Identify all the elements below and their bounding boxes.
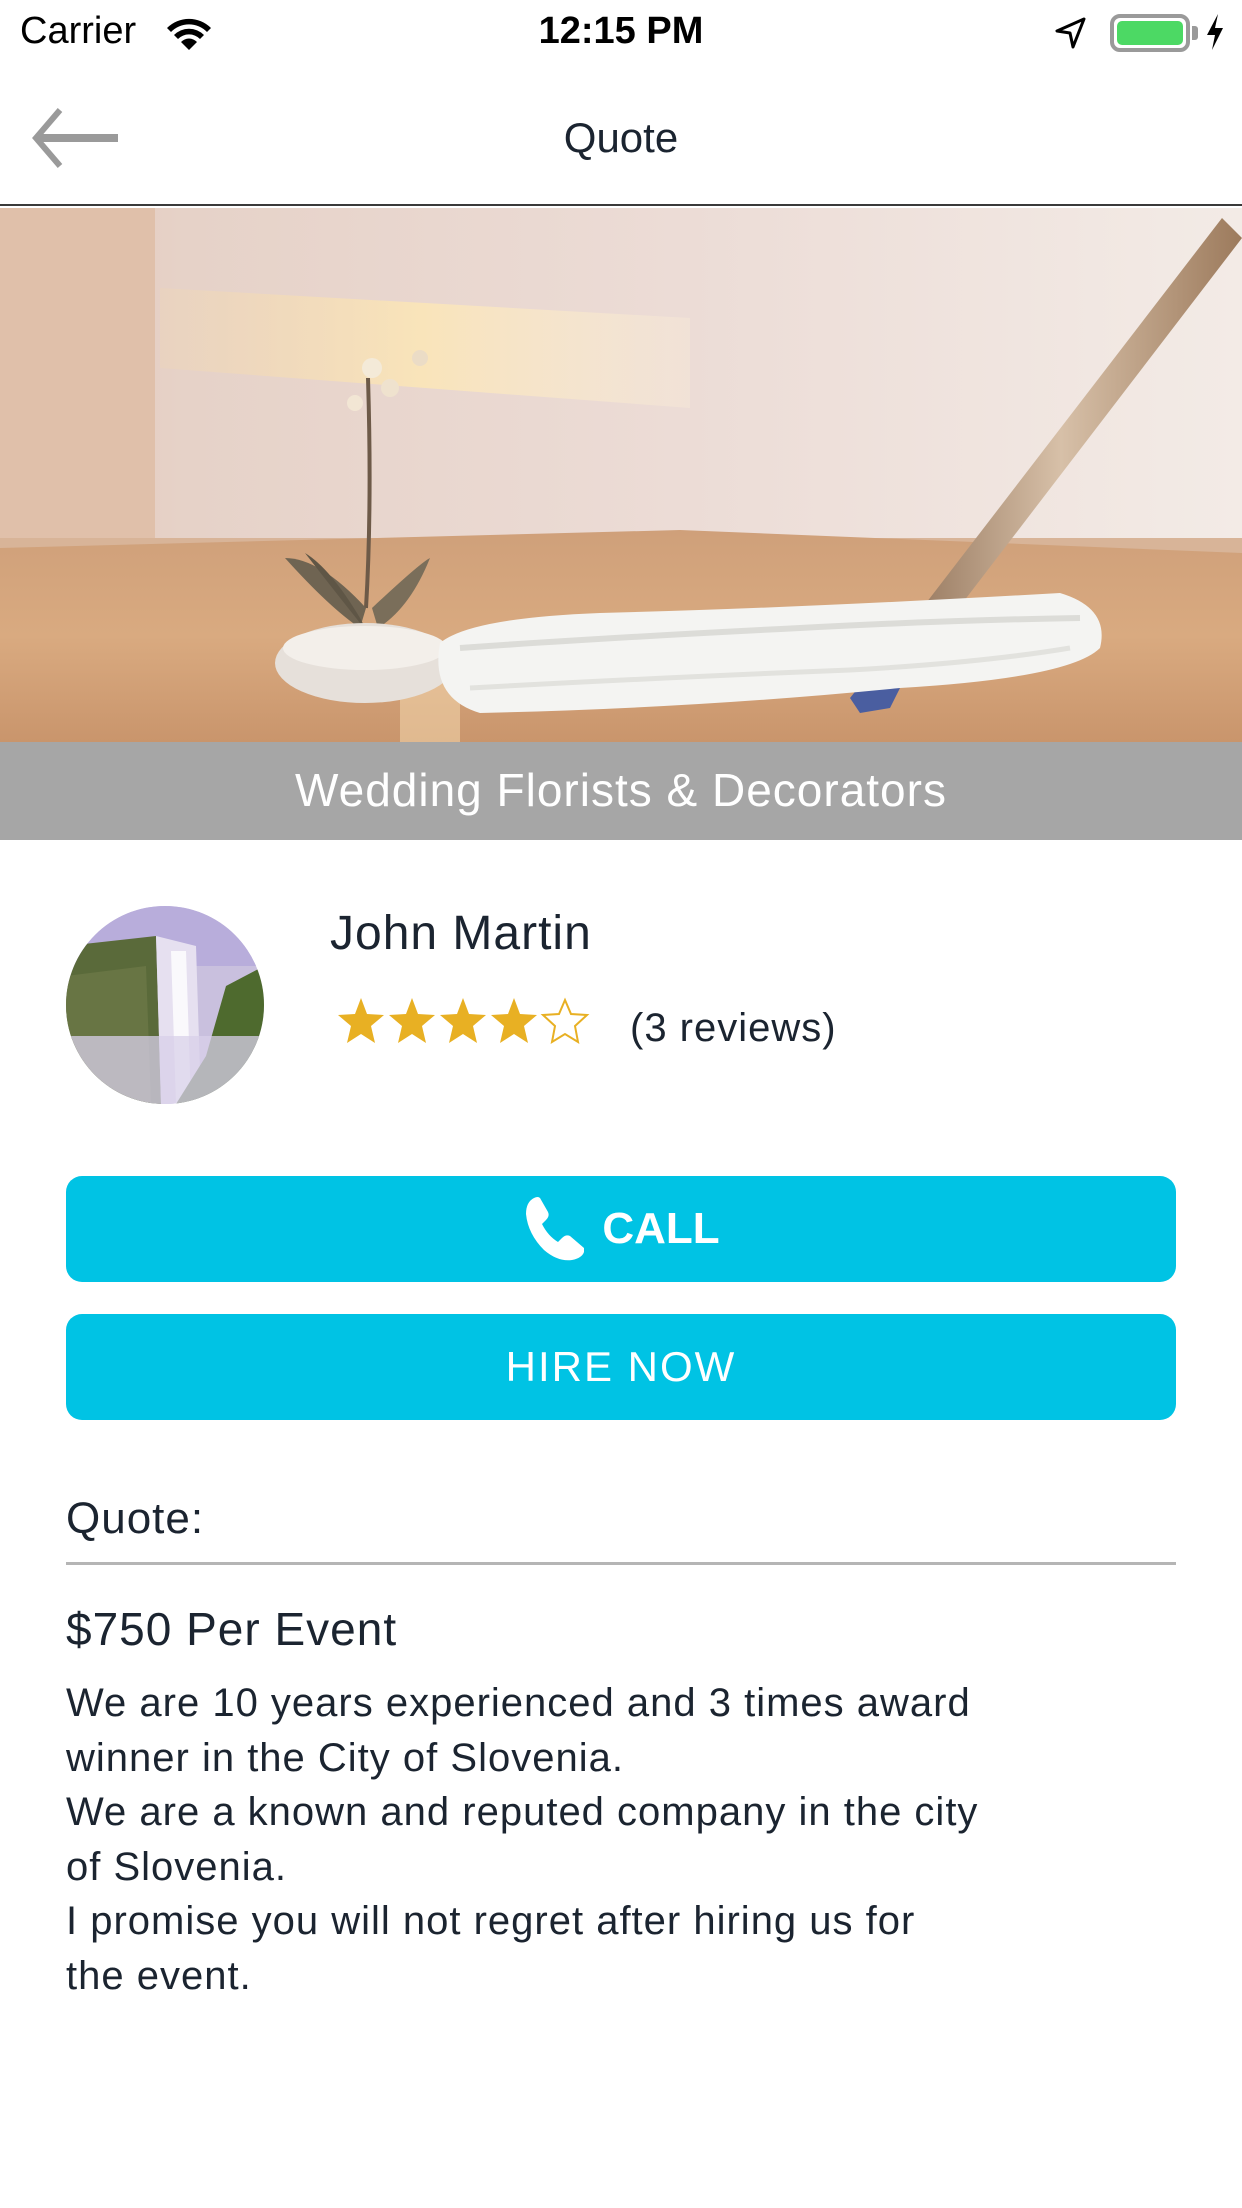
wifi-icon: [167, 18, 211, 50]
quote-description-line: of Slovenia.: [66, 1844, 288, 1889]
battery-cap: [1192, 26, 1198, 40]
nav-bar: Quote: [0, 66, 1242, 206]
quote-description-line: winner in the City of Slovenia.: [66, 1735, 624, 1780]
star-filled-icon: [338, 998, 384, 1043]
star-filled-icon: [491, 998, 537, 1043]
star-filled-icon: [389, 998, 435, 1043]
hero-image: [0, 208, 1242, 742]
hire-now-label: HIRE NOW: [505, 1343, 737, 1390]
quote-description: We are 10 years experienced and 3 times …: [66, 1676, 1166, 2003]
quote-description-line: I promise you will not regret after hiri…: [66, 1899, 916, 1943]
star-empty-icon: [540, 997, 590, 1045]
call-button[interactable]: CALL: [66, 1176, 1176, 1282]
battery-icon: [1110, 14, 1190, 52]
page-title: Quote: [563, 114, 679, 161]
battery-level: [1117, 21, 1183, 45]
star-rating: [336, 996, 591, 1046]
avatar: [66, 906, 264, 1104]
phone-icon: [526, 1197, 585, 1261]
status-bar: Carrier 12:15 PM: [0, 0, 1242, 66]
quote-description-line: We are 10 years experienced and 3 times …: [66, 1681, 971, 1725]
quote-label: Quote:: [66, 1494, 205, 1543]
quote-description-line: the event.: [66, 1953, 252, 1998]
reviews-count[interactable]: (3 reviews): [630, 1006, 837, 1051]
location-arrow-icon: [1055, 17, 1086, 49]
mop-floor-illustration: [0, 208, 1242, 742]
category-banner: Wedding Florists & Decorators: [0, 742, 1242, 840]
quote-divider: [66, 1562, 1176, 1565]
star-filled-icon: [440, 998, 486, 1043]
call-button-label: CALL: [602, 1204, 720, 1253]
quote-description-line: We are a known and reputed company in th…: [66, 1790, 979, 1834]
provider-name: John Martin: [330, 907, 592, 960]
arrow-left-icon: [32, 108, 118, 168]
waterfall-avatar-image: [66, 906, 264, 1104]
quote-price: $750 Per Event: [66, 1603, 398, 1655]
back-button[interactable]: [30, 106, 130, 170]
hire-now-button[interactable]: HIRE NOW: [66, 1314, 1176, 1420]
charging-bolt-icon: [1207, 14, 1223, 50]
carrier-label: Carrier: [20, 10, 137, 52]
